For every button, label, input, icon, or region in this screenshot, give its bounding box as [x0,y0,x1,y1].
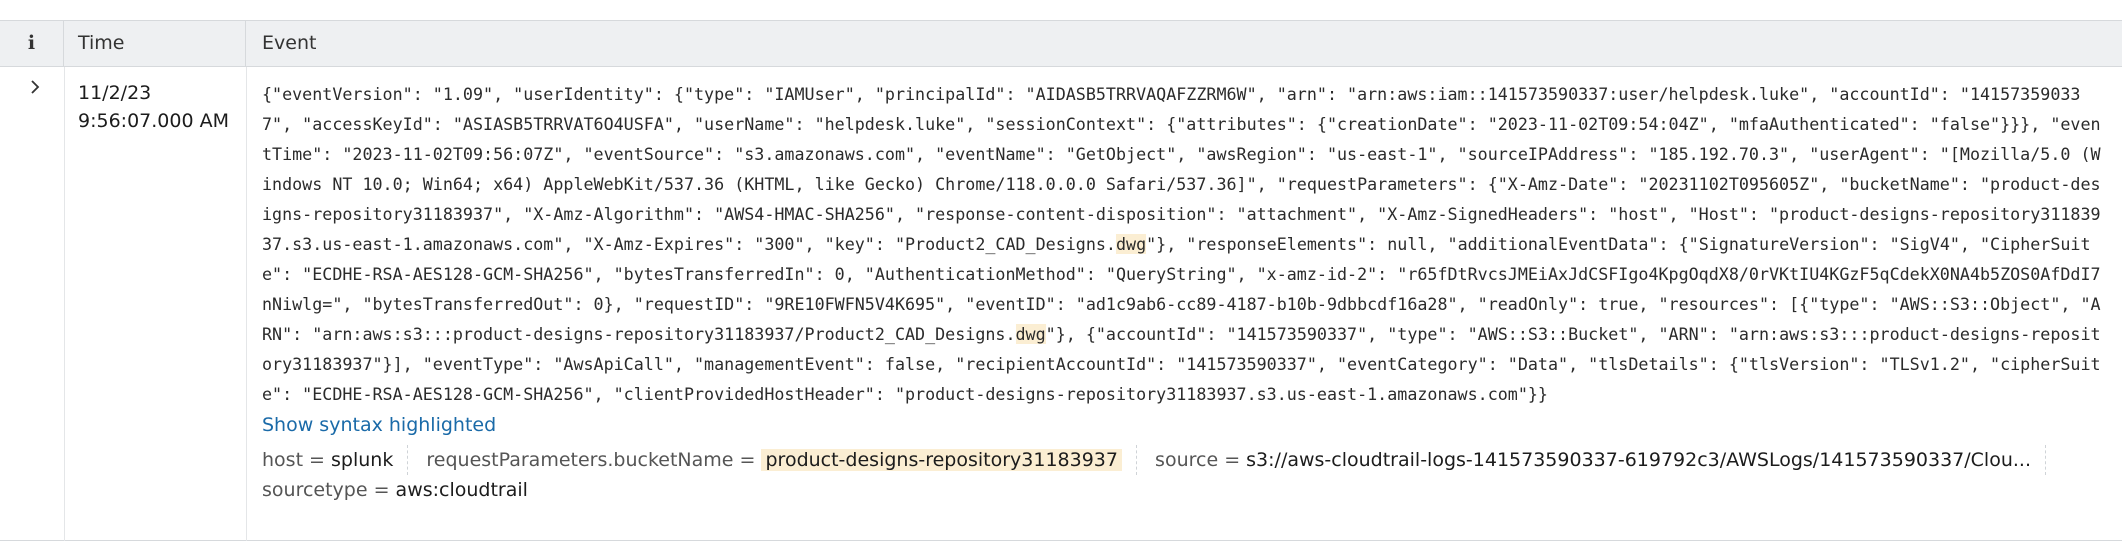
field-key: sourcetype [262,479,368,501]
field-source: source = s3://aws-cloudtrail-logs-141573… [1155,445,2046,475]
chevron-right-icon [31,80,40,94]
field-equals: = [367,479,396,501]
info-column-header[interactable]: i [0,21,64,66]
raw-event-text: {"eventVersion": "1.09", "userIdentity":… [262,79,2108,409]
field-equals: = [1218,449,1247,471]
search-term-highlight: dwg [1015,324,1046,344]
event-cell: {"eventVersion": "1.09", "userIdentity":… [262,79,2108,505]
event-time: 9:56:07.000 AM [78,110,229,132]
field-host: host = splunk [262,445,409,475]
event-date: 11/2/23 [78,82,152,104]
field-value[interactable]: product-designs-repository31183937 [761,449,1122,471]
field-key: requestParameters.bucketName [426,449,734,471]
time-column-header[interactable]: Time [64,21,246,66]
field-key: host [262,449,304,471]
event-column-header[interactable]: Event [246,21,316,66]
table-header: i Time Event [0,20,2122,67]
column-divider [64,67,65,541]
raw-event-segment: {"eventVersion": "1.09", "userIdentity":… [262,84,2101,254]
column-divider [246,67,247,541]
expand-row-button[interactable] [25,77,45,97]
field-key: source [1155,449,1219,471]
field-sourcetype: sourcetype = aws:cloudtrail [262,475,542,505]
field-bucket-name: requestParameters.bucketName = product-d… [426,445,1137,475]
selected-fields: host = splunk requestParameters.bucketNa… [262,445,2108,505]
table-row: 11/2/23 9:56:07.000 AM {"eventVersion": … [0,67,2122,541]
field-equals: = [733,449,762,471]
field-value[interactable]: splunk [331,449,393,471]
field-value[interactable]: aws:cloudtrail [396,479,528,501]
show-syntax-highlighted-link[interactable]: Show syntax highlighted [262,411,496,439]
field-value[interactable]: s3://aws-cloudtrail-logs-141573590337-61… [1246,449,2031,471]
search-term-highlight: dwg [1115,234,1147,254]
events-table: i Time Event 11/2/23 9:56:07.000 AM {"ev… [0,0,2122,546]
field-equals: = [303,449,332,471]
time-cell: 11/2/23 9:56:07.000 AM [78,79,229,135]
